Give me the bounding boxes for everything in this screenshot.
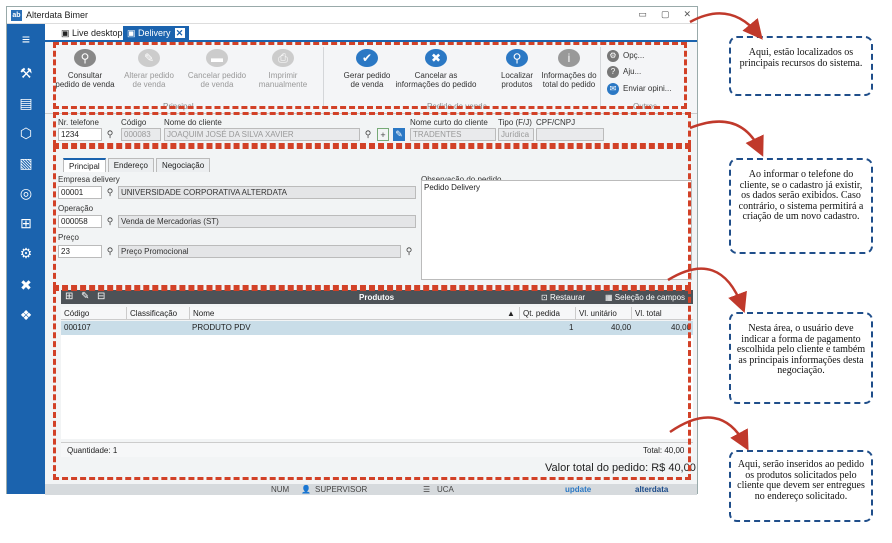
arrow-products [669,416,749,451]
arrow-customer [689,120,764,157]
arrow-ribbon [689,12,763,40]
callout-arrows [667,12,764,451]
arrow-negotiation [667,267,747,314]
